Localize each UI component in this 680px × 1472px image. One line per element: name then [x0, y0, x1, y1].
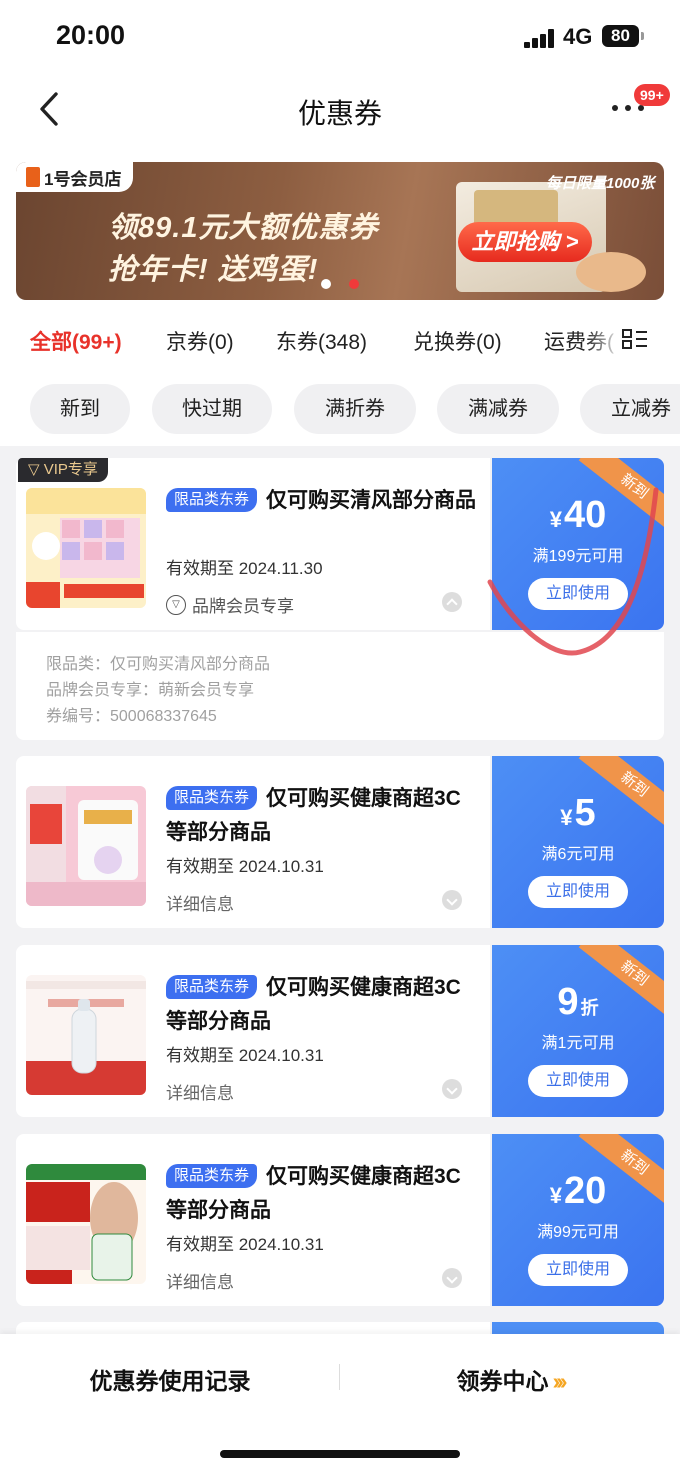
use-now-button[interactable]: 立即使用: [528, 876, 628, 908]
detail-category: 限品类：仅可购买清风部分商品: [46, 656, 271, 673]
banner-headline: 领89.1元大额优惠券: [108, 212, 379, 244]
currency-symbol: ¥: [560, 805, 573, 830]
member-badge-icon: ▽: [166, 594, 186, 615]
promo-banner[interactable]: 1号会员店 领89.1元大额优惠券 抢年卡! 送鸡蛋! 每日限量1000张 立即…: [16, 162, 664, 300]
coupon-amount: ¥20: [492, 1170, 664, 1213]
banner-cta-button[interactable]: 立即抢购 >: [458, 222, 592, 262]
carousel-dot[interactable]: [321, 279, 331, 289]
vip-tag: ▽ VIP专享: [18, 458, 108, 482]
next-coupon-peek: [16, 1322, 490, 1334]
next-coupon-peek-value: [492, 1322, 664, 1334]
coupon-center-button[interactable]: 领券中心 ›››: [340, 1362, 680, 1396]
amount-value: 20: [563, 1170, 607, 1212]
eggs-image: [576, 252, 646, 292]
coupon-condition: 满99元可用: [537, 1224, 619, 1241]
detail-member: 品牌会员专享：萌新会员专享: [46, 682, 255, 699]
coupon-title: 仅可购买健康商超3C等部分商品: [166, 787, 461, 844]
detail-info-link[interactable]: 详细信息: [166, 1268, 234, 1293]
banner-section: 1号会员店 领89.1元大额优惠券 抢年卡! 送鸡蛋! 每日限量1000张 立即…: [0, 150, 680, 310]
vip-tag-label: VIP专享: [43, 461, 98, 478]
detail-info-link[interactable]: 详细信息: [166, 1079, 234, 1104]
filter-chips: 新到 快过期 满折券 满减券 立减券: [0, 372, 680, 446]
coupon-expiry: 有效期至 2024.10.31: [166, 1046, 324, 1065]
coupon-amount: ¥5: [492, 792, 664, 835]
use-now-button[interactable]: 立即使用: [528, 1254, 628, 1286]
member-exclusive-label: 品牌会员专享: [192, 597, 294, 616]
amount-value: 5: [574, 792, 596, 834]
home-indicator[interactable]: [220, 1450, 460, 1458]
coupon-title: 仅可购买清风部分商品: [266, 489, 476, 512]
coupon-amount: 9折: [492, 981, 664, 1024]
signal-icon: [524, 28, 556, 48]
coupon-info: 限品类东券 仅可购买健康商超3C等部分商品 有效期至 2024.10.31 详细…: [16, 756, 490, 928]
product-thumbnail: [26, 786, 146, 906]
coupon-value-panel: 新到 9折 满1元可用 立即使用: [492, 945, 664, 1117]
expand-icon[interactable]: [442, 1268, 462, 1288]
status-bar: 20:00 4G 80: [0, 0, 680, 70]
use-now-button[interactable]: 立即使用: [528, 1065, 628, 1097]
battery-tip: [641, 32, 644, 40]
coupon-title: 仅可购买健康商超3C等部分商品: [166, 976, 461, 1033]
tab-all[interactable]: 全部(99+): [30, 326, 122, 356]
coupon-condition: 满1元可用: [541, 1035, 615, 1052]
tab-jing-coupon[interactable]: 京券(0): [166, 326, 234, 356]
coupon-info: 限品类东券 仅可购买清风部分商品 有效期至 2024.11.30 ▽ 品牌会员专…: [16, 458, 490, 630]
coupon-expiry: 有效期至 2024.10.31: [166, 857, 324, 876]
coupon-card[interactable]: 限品类东券 仅可购买健康商超3C等部分商品 有效期至 2024.10.31 详细…: [16, 756, 664, 928]
coupon-value-panel: 新到 ¥20 满99元可用 立即使用: [492, 1134, 664, 1306]
vip-v-icon: ▽: [28, 461, 44, 478]
bottom-bar: 优惠券使用记录 领券中心 ›››: [0, 1334, 680, 1472]
member-exclusive: ▽ 品牌会员专享: [166, 592, 294, 617]
coupon-card[interactable]: 限品类东券 仅可购买健康商超3C等部分商品 有效期至 2024.10.31 详细…: [16, 945, 664, 1117]
carousel-dot-active[interactable]: [349, 279, 359, 289]
expand-icon[interactable]: [442, 890, 462, 910]
tab-grid-icon[interactable]: [620, 326, 650, 352]
tab-exchange-coupon[interactable]: 兑换券(0): [413, 326, 502, 356]
banner-subheadline: 抢年卡! 送鸡蛋!: [108, 254, 319, 286]
coupon-info: 限品类东券 仅可购买健康商超3C等部分商品 有效期至 2024.10.31 详细…: [16, 945, 490, 1117]
status-time: 20:00: [56, 20, 126, 50]
nav-bar: 优惠券 99+: [0, 70, 680, 150]
coupon-info: 限品类东券 仅可购买健康商超3C等部分商品 有效期至 2024.10.31 详细…: [16, 1134, 490, 1306]
tab-dong-coupon[interactable]: 东券(348): [276, 326, 367, 356]
logo-text: 1号会员店: [44, 169, 122, 189]
double-chevron-icon: ›››: [552, 1368, 568, 1394]
amount-value: 9: [557, 981, 579, 1023]
detail-coupon-number: 券编号：500068337645: [46, 708, 217, 725]
battery-icon: 80: [602, 25, 639, 47]
network-type: 4G: [563, 24, 593, 49]
store-logo: 1号会员店: [16, 162, 134, 192]
currency-symbol: ¥: [549, 1183, 562, 1208]
page-title: 优惠券: [297, 98, 382, 129]
coupon-center-label: 领券中心: [456, 1368, 549, 1394]
logo-mark-icon: [26, 167, 40, 187]
filter-expiring[interactable]: 快过期: [152, 384, 272, 434]
coupon-value-panel: 新到 ¥5 满6元可用 立即使用: [492, 756, 664, 928]
coupon-condition: 满6元可用: [541, 846, 615, 863]
coupon-usage-history-button[interactable]: 优惠券使用记录: [0, 1362, 340, 1396]
handdrawn-check-mark: [487, 487, 659, 656]
tab-fade: [586, 320, 622, 360]
filter-new[interactable]: 新到: [30, 384, 130, 434]
product-thumbnail: [26, 1164, 146, 1284]
discount-unit: 折: [580, 998, 599, 1018]
expand-icon[interactable]: [442, 1079, 462, 1099]
detail-info-link[interactable]: 详细信息: [166, 890, 234, 915]
filter-full-reduction[interactable]: 满减券: [437, 384, 559, 434]
coupon-expiry: 有效期至 2024.11.30: [166, 559, 323, 578]
message-badge: 99+: [634, 84, 670, 106]
coupon-tabs: 全部(99+) 京券(0) 东券(348) 兑换券(0) 运费券(: [0, 310, 680, 372]
banner-limit-text: 每日限量1000张: [546, 175, 655, 192]
product-thumbnail: [26, 488, 146, 608]
product-thumbnail: [26, 975, 146, 1095]
collapse-icon[interactable]: [442, 592, 462, 612]
coupon-card[interactable]: 限品类东券 仅可购买健康商超3C等部分商品 有效期至 2024.10.31 详细…: [16, 1134, 664, 1306]
filter-discount[interactable]: 满折券: [294, 384, 416, 434]
filter-instant-reduction[interactable]: 立减券: [580, 384, 680, 434]
coupon-title: 仅可购买健康商超3C等部分商品: [166, 1165, 461, 1222]
coupon-expiry: 有效期至 2024.10.31: [166, 1235, 324, 1254]
